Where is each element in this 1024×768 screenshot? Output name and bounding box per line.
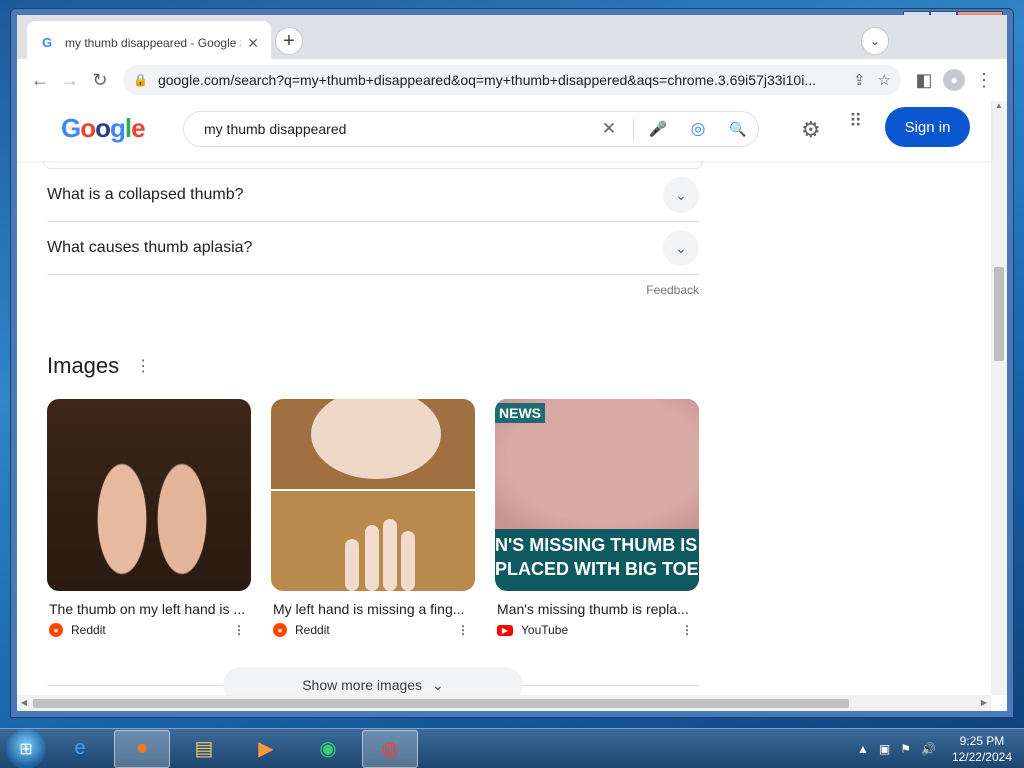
address-bar[interactable]: 🔒 google.com/search?q=my+thumb+disappear…	[123, 65, 901, 95]
bookmark-star-icon[interactable]: ☆	[878, 71, 891, 89]
image-card[interactable]: The thumb on my left hand is ... ● Reddi…	[47, 399, 251, 637]
image-card[interactable]: My left hand is missing a fing... ● Redd…	[271, 399, 475, 637]
browser-window: ▁ □ ✕ G my thumb disappeared - Google Se…	[10, 8, 1014, 718]
reddit-icon: ●	[273, 623, 287, 637]
image-source: ● Reddit ⋮	[47, 623, 251, 637]
show-hidden-icons-icon[interactable]: ▲	[857, 742, 869, 756]
image-source: ● Reddit ⋮	[271, 623, 475, 637]
sign-in-button[interactable]: Sign in	[885, 107, 970, 147]
lens-icon[interactable]: ◎	[678, 119, 718, 139]
search-icon[interactable]: 🔍	[718, 121, 758, 138]
vertical-scrollbar[interactable]: ▲	[991, 101, 1007, 695]
start-button[interactable]: ⊞	[6, 728, 46, 768]
image-source: ▶ YouTube ⋮	[495, 623, 699, 637]
browser-toolbar: ← → ↻ 🔒 google.com/search?q=my+thumb+dis…	[17, 59, 1007, 101]
network-icon[interactable]: ▣	[879, 742, 890, 756]
scroll-left-arrow-icon[interactable]: ◀	[17, 695, 31, 711]
paa-question[interactable]: What causes thumb aplasia? ⌄	[47, 222, 699, 275]
clock[interactable]: 9:25 PM 12/22/2024	[952, 733, 1012, 765]
back-button[interactable]: ←	[25, 65, 55, 95]
share-icon[interactable]: ⇪	[853, 71, 866, 89]
feedback-link[interactable]: Feedback	[47, 283, 699, 297]
image-results-row: The thumb on my left hand is ... ● Reddi…	[47, 399, 699, 637]
chevron-down-icon[interactable]: ⌄	[663, 230, 699, 266]
tab-close-icon[interactable]: ✕	[247, 35, 259, 52]
profile-button[interactable]: ●	[939, 65, 969, 95]
horizontal-scrollbar[interactable]: ◀ ▶	[17, 695, 991, 711]
firefox-icon[interactable]: ●	[114, 729, 170, 768]
image-title[interactable]: The thumb on my left hand is ...	[47, 601, 251, 617]
taskbar: ⊞ e ● ▤ ▶ ◉ ◍ ▲ ▣ ⚑ 🔊 9:25 PM 12/22/2024	[0, 728, 1024, 768]
more-options-icon[interactable]: ⋮	[457, 623, 475, 637]
thumb-photo-image[interactable]	[47, 399, 251, 591]
image-card[interactable]: NEWS N'S MISSING THUMB IS PLACED WITH BI…	[495, 399, 699, 637]
chevron-down-icon[interactable]: ⌄	[663, 177, 699, 213]
news-badge: NEWS	[495, 403, 545, 423]
avatar-icon: ●	[943, 69, 965, 91]
chrome-menu-icon[interactable]: ⋮	[969, 65, 999, 95]
search-results: What is a collapsed thumb? ⌄ What causes…	[43, 159, 703, 703]
settings-gear-icon[interactable]: ⚙	[801, 117, 821, 143]
reload-button[interactable]: ↻	[85, 65, 115, 95]
url-text[interactable]: google.com/search?q=my+thumb+disappeared…	[158, 72, 841, 88]
media-player-icon[interactable]: ▶	[238, 730, 294, 768]
clear-icon[interactable]: ✕	[589, 119, 629, 139]
scrollbar-thumb[interactable]	[33, 699, 849, 708]
lock-icon: 🔒	[133, 73, 148, 87]
google-logo[interactable]: Google	[61, 113, 146, 144]
chrome-icon[interactable]: ◍	[362, 729, 418, 768]
news-caption: N'S MISSING THUMB IS PLACED WITH BIG TOE	[495, 535, 699, 579]
divider	[633, 118, 634, 140]
tab-strip: G my thumb disappeared - Google Search ✕…	[17, 15, 1007, 65]
page-content: Google my thumb disappeared ✕ 🎤 ◎ 🔍 ⚙ ⠿ …	[17, 101, 1007, 711]
chevron-down-icon: ⌄	[432, 676, 444, 693]
search-input[interactable]: my thumb disappeared	[204, 121, 589, 137]
google-apps-icon[interactable]: ⠿	[849, 112, 871, 130]
more-options-icon[interactable]: ⋮	[233, 623, 251, 637]
google-header: Google my thumb disappeared ✕ 🎤 ◎ 🔍 ⚙ ⠿ …	[17, 101, 991, 161]
youtube-icon: ▶	[497, 624, 513, 636]
image-title[interactable]: My left hand is missing a fing...	[271, 601, 475, 617]
more-options-icon[interactable]: ⋮	[681, 623, 699, 637]
search-box[interactable]: my thumb disappeared ✕ 🎤 ◎ 🔍	[183, 111, 759, 147]
mic-icon[interactable]: 🎤	[638, 120, 678, 138]
system-tray: ▲ ▣ ⚑ 🔊 9:25 PM 12/22/2024	[857, 733, 1024, 765]
file-explorer-icon[interactable]: ▤	[176, 730, 232, 768]
google-favicon-icon: G	[41, 35, 53, 50]
messenger-icon[interactable]: ◉	[300, 730, 356, 768]
browser-frame: G my thumb disappeared - Google Search ✕…	[17, 15, 1007, 711]
hand-photo-image[interactable]	[271, 399, 475, 591]
tab-search-button[interactable]: ⌄	[861, 27, 889, 55]
action-center-flag-icon[interactable]: ⚑	[900, 742, 911, 756]
images-heading: Images ⋮	[47, 353, 152, 378]
image-title[interactable]: Man's missing thumb is repla...	[495, 601, 699, 617]
internet-explorer-icon[interactable]: e	[52, 730, 108, 768]
forward-button[interactable]: →	[55, 65, 85, 95]
volume-icon[interactable]: 🔊	[921, 742, 936, 756]
paa-question[interactable]: What is a collapsed thumb? ⌄	[47, 169, 699, 222]
scrollbar-thumb[interactable]	[994, 267, 1004, 361]
more-options-icon[interactable]: ⋮	[135, 356, 151, 376]
reddit-icon: ●	[49, 623, 63, 637]
scroll-up-arrow-icon[interactable]: ▲	[991, 101, 1007, 115]
new-tab-button[interactable]: +	[275, 27, 303, 55]
news-thumb-image[interactable]: NEWS N'S MISSING THUMB IS PLACED WITH BI…	[495, 399, 699, 591]
tab-title: my thumb disappeared - Google Search	[65, 36, 241, 50]
scroll-right-arrow-icon[interactable]: ▶	[977, 695, 991, 711]
side-panel-icon[interactable]: ◧	[909, 65, 939, 95]
